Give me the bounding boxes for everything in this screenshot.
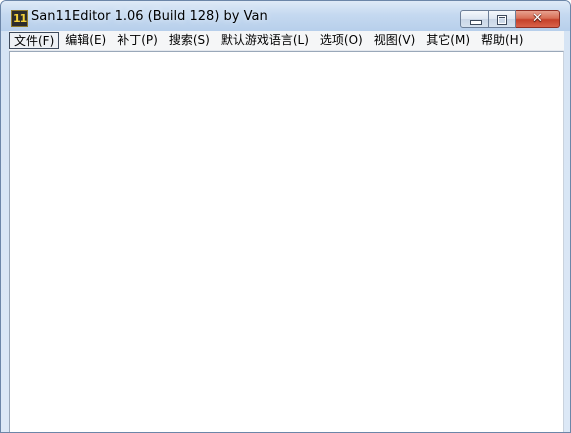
menu-help[interactable]: 帮助(H) <box>476 32 528 49</box>
minimize-icon <box>470 20 482 25</box>
close-button[interactable]: ✕ <box>516 10 560 28</box>
caption-buttons: ✕ <box>460 10 560 28</box>
minimize-button[interactable] <box>460 10 489 28</box>
menu-bar: 文件(F) 编辑(E) 补丁(P) 搜索(S) 默认游戏语言(L) 选项(O) … <box>9 31 564 51</box>
app-icon[interactable]: 11 <box>11 10 28 27</box>
title-bar[interactable]: 11 San11Editor 1.06 (Build 128) by Van ✕ <box>1 1 570 31</box>
menu-patch[interactable]: 补丁(P) <box>112 32 163 49</box>
menu-default-game-language[interactable]: 默认游戏语言(L) <box>216 32 314 49</box>
menu-file[interactable]: 文件(F) <box>9 32 60 49</box>
maximize-button[interactable] <box>489 10 516 28</box>
menu-search[interactable]: 搜索(S) <box>164 32 215 49</box>
app-icon-label: 11 <box>13 12 27 25</box>
client-area[interactable] <box>9 51 564 432</box>
window-title: San11Editor 1.06 (Build 128) by Van <box>31 9 268 24</box>
app-window: 11 San11Editor 1.06 (Build 128) by Van ✕… <box>0 0 571 433</box>
menu-view[interactable]: 视图(V) <box>369 32 421 49</box>
maximize-icon <box>497 15 507 25</box>
close-icon: ✕ <box>532 11 543 26</box>
menu-options[interactable]: 选项(O) <box>315 32 368 49</box>
menu-edit[interactable]: 编辑(E) <box>60 32 111 49</box>
menu-other[interactable]: 其它(M) <box>421 32 475 49</box>
